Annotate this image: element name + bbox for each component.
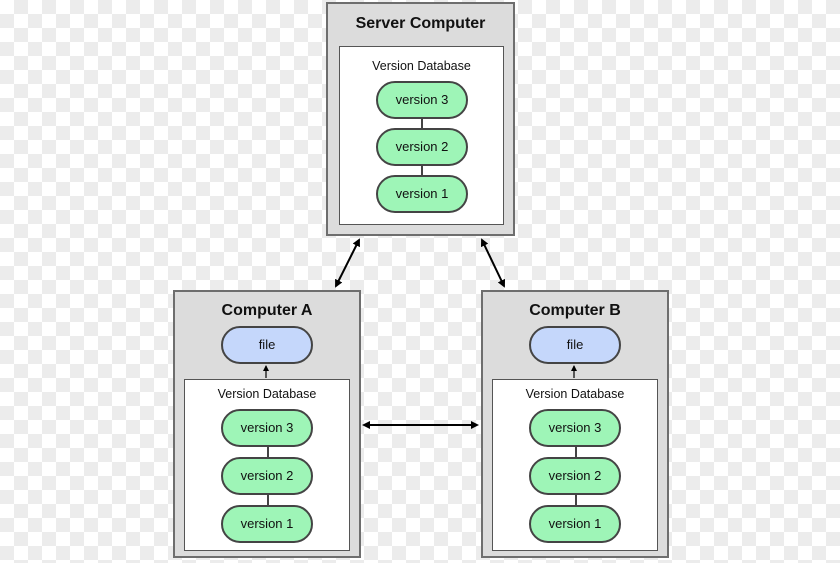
diagram: Server Computer Version Database version… xyxy=(0,0,840,563)
arrow-server-b xyxy=(480,238,506,288)
arrow-server-a xyxy=(335,238,360,288)
arrows xyxy=(263,238,577,429)
